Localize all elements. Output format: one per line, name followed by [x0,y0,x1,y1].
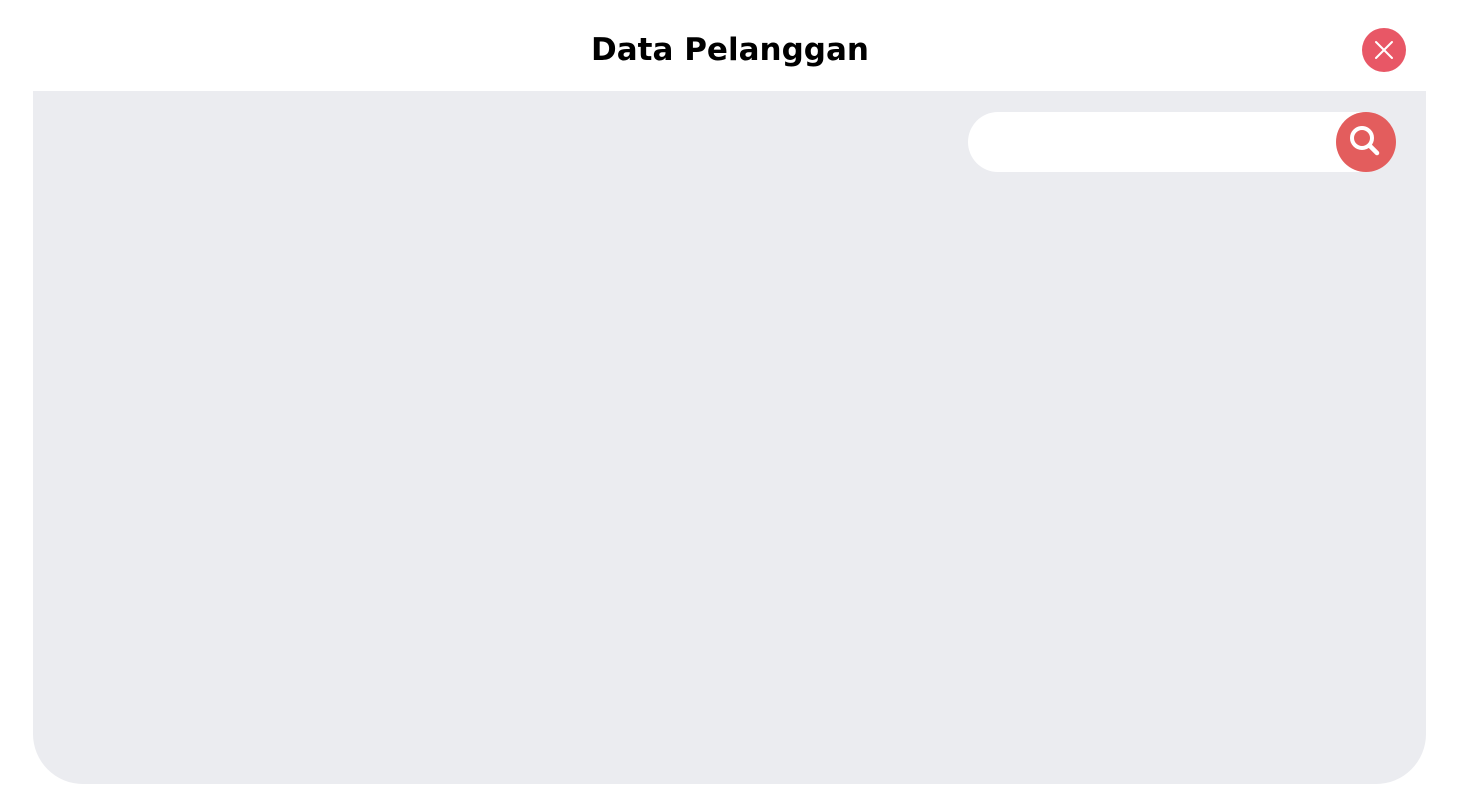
search-button[interactable] [1336,112,1396,172]
customer-data-window: Data Pelanggan [0,0,1460,806]
search-input[interactable] [990,112,1330,172]
search-bar [968,112,1396,172]
close-button[interactable] [1362,28,1406,72]
page-title: Data Pelanggan [591,32,869,68]
header: Data Pelanggan [0,0,1460,91]
close-icon [1373,39,1395,61]
content-panel [33,91,1426,784]
search-icon [1346,122,1386,162]
